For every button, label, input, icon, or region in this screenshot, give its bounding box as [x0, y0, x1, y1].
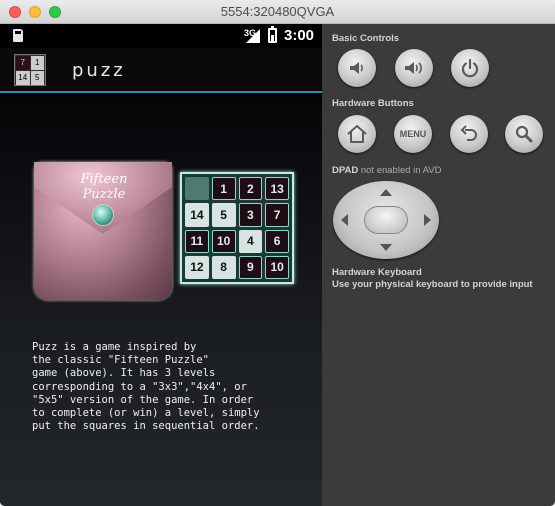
pouch-snap-icon: [92, 204, 114, 226]
app-icon-tile: 5: [30, 71, 44, 85]
dpad[interactable]: [333, 181, 439, 259]
hardware-buttons-label: Hardware Buttons: [332, 98, 414, 109]
search-button[interactable]: [505, 115, 543, 153]
app-icon-tile: 1: [30, 56, 44, 70]
puzzle-tile: 12: [185, 255, 209, 279]
volume-up-button[interactable]: [395, 49, 433, 87]
puzzle-tile: 13: [265, 177, 289, 201]
sd-card-icon: [13, 29, 23, 42]
app-title-bar: 7 1 14 5 puzz: [0, 48, 322, 93]
status-time: 3:00: [284, 27, 315, 44]
home-icon: [347, 125, 367, 143]
puzzle-tile: 3: [238, 203, 263, 227]
puzzle-tile-empty: [185, 177, 209, 201]
home-button[interactable]: [338, 115, 376, 153]
dpad-center-button[interactable]: [364, 206, 408, 234]
status-bar: 3G 3:00: [0, 24, 322, 48]
hardware-keyboard-label: Hardware Keyboard: [332, 267, 422, 278]
app-title: puzz: [72, 60, 126, 81]
app-icon: 7 1 14 5: [14, 54, 46, 86]
about-content[interactable]: Fifteen Puzzle 1 2 13 14 5 3 7 11 10 4 6…: [0, 95, 322, 506]
dpad-note: not enabled in AVD: [360, 165, 442, 176]
basic-controls-label: Basic Controls: [332, 33, 400, 44]
power-button[interactable]: [451, 49, 489, 87]
puzzle-tile: 2: [238, 177, 263, 201]
puzzle-tile: 9: [238, 255, 263, 279]
menu-button[interactable]: MENU: [394, 115, 432, 153]
volume-up-icon: [405, 62, 422, 74]
volume-down-button[interactable]: [338, 49, 376, 87]
puzzle-tile: 1: [211, 177, 236, 201]
back-button[interactable]: [450, 115, 488, 153]
dpad-title: DPAD: [332, 165, 359, 176]
app-icon-tile: 14: [16, 71, 30, 85]
device-screen[interactable]: 3G 3:00 7 1 14 5 puzz Fifteen Puzzle 1 2: [0, 24, 322, 506]
dpad-up-icon[interactable]: [380, 189, 392, 196]
title-bar: 5554:320480QVGA: [0, 0, 555, 24]
hardware-keyboard-note: Use your physical keyboard to provide in…: [332, 279, 533, 290]
puzzle-tile: 4: [238, 229, 263, 253]
battery-icon: [268, 26, 277, 43]
search-icon: [515, 125, 533, 143]
dpad-label: DPAD not enabled in AVD: [332, 165, 442, 176]
pouch-label: Fifteen Puzzle: [80, 172, 128, 202]
puzzle-tile: 11: [185, 229, 209, 253]
puzzle-tile: 5: [211, 203, 236, 227]
app-icon-tile: 7: [16, 56, 30, 70]
back-icon: [460, 125, 477, 141]
puzzle-tile: 10: [211, 229, 236, 253]
game-description: Puzz is a game inspired by the classic "…: [32, 341, 260, 433]
network-type: 3G: [244, 28, 257, 38]
dpad-down-icon[interactable]: [380, 244, 392, 251]
emulator-window: 5554:320480QVGA 3G 3:00 7 1 14 5 puzz Fi…: [0, 0, 555, 506]
window-title: 5554:320480QVGA: [220, 4, 335, 19]
puzzle-pouch-image: Fifteen Puzzle: [34, 162, 172, 300]
puzzle-tile: 8: [211, 255, 236, 279]
puzzle-tile: 7: [265, 203, 289, 227]
volume-down-icon: [350, 62, 363, 74]
dpad-left-icon[interactable]: [341, 214, 348, 226]
puzzle-board-image: 1 2 13 14 5 3 7 11 10 4 6 12 8 9 10: [180, 172, 294, 284]
dpad-right-icon[interactable]: [424, 214, 431, 226]
puzzle-tile: 10: [265, 255, 289, 279]
emulator-controls-panel: Basic Controls Hardware Buttons MENU DPA…: [322, 24, 555, 506]
puzzle-tile: 14: [185, 203, 209, 227]
puzzle-tile: 6: [265, 229, 289, 253]
power-icon: [461, 58, 479, 78]
